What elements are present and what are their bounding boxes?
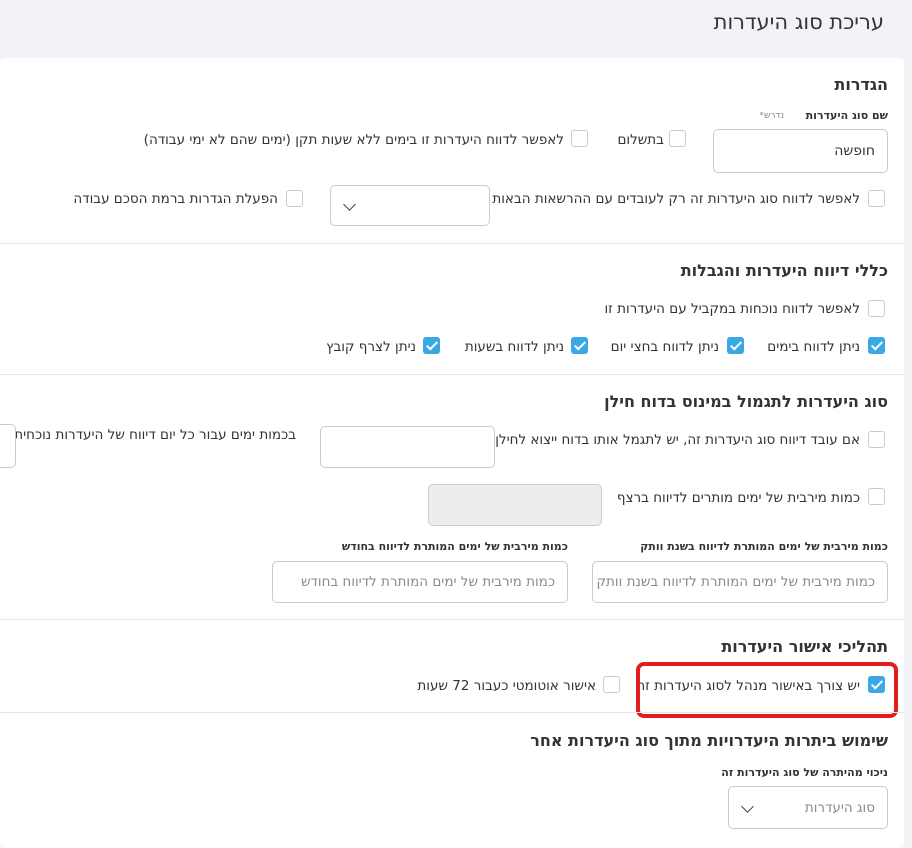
absence-name-input[interactable]: חופשה [713, 129, 888, 173]
settings-section-title: הגדרות [834, 75, 888, 94]
max-seniority-label: כמות מירבית של ימים המותרת לדיווח בשנת ו… [640, 540, 888, 553]
max-consecutive-label: כמות מירבית של ימים מותרים לדיווח ברצף [616, 490, 860, 506]
absence-name-value: חופשה [834, 143, 875, 159]
by-hours-checkbox[interactable] [571, 337, 588, 354]
chevron-down-icon [741, 800, 754, 813]
paid-label: בתשלום [617, 132, 664, 148]
divider [0, 243, 904, 244]
half-day-checkbox[interactable] [727, 337, 744, 354]
auto-approval-label: אישור אוטומטי כעבור 72 שעות [417, 678, 596, 694]
absence-type-select[interactable]: סוג היעדרות [728, 786, 888, 829]
name-field-label: שם סוג היעדרות [805, 109, 888, 122]
max-month-label: כמות מירבית של ימים המותרת לדיווח בחודש [341, 540, 568, 553]
max-month-input[interactable]: כמות מירבית של ימים המותרת לדיווח בחודש [272, 561, 568, 603]
by-days-label: ניתן לדווח בימים [767, 339, 860, 355]
auto-approval-checkbox[interactable] [603, 676, 620, 693]
permissions-select[interactable] [330, 185, 490, 226]
reward-checkbox[interactable] [868, 431, 885, 448]
permissions-only-label: לאפשר לדווח סוג היעדרות זה רק לעובדים עם… [492, 191, 860, 207]
by-days-checkbox[interactable] [868, 337, 885, 354]
reward-days-input[interactable] [320, 426, 495, 468]
max-consecutive-checkbox[interactable] [868, 488, 885, 505]
absence-type-placeholder: סוג היעדרות [804, 799, 875, 816]
paid-checkbox[interactable] [669, 130, 686, 147]
balance-section-title: שימוש ביתרות היעדרויות מתוך סוג היעדרות … [530, 731, 888, 750]
required-mark: נדרש* [759, 111, 784, 121]
page-title: עריכת סוג היעדרות [713, 10, 884, 34]
approval-section-title: תהליכי אישור היעדרות [721, 637, 888, 656]
deduct-label: ניכוי מהיתרה של סוג היעדרות זה [721, 766, 888, 779]
attach-file-label: ניתן לצרף קובץ [326, 339, 416, 355]
divider [0, 619, 904, 620]
divider [0, 374, 904, 375]
by-hours-label: ניתן לדווח בשעות [464, 339, 564, 355]
attach-file-checkbox[interactable] [423, 337, 440, 354]
divider [0, 712, 904, 713]
reward-label: אם עובד דיווח סוג היעדרות זה, יש לתגמל א… [495, 432, 860, 448]
max-consecutive-input[interactable] [428, 484, 602, 526]
max-seniority-input[interactable]: כמות מירבית של ימים המותרת לדיווח בשנת ו… [592, 561, 888, 603]
no-standard-hours-checkbox[interactable] [571, 130, 588, 147]
reward-section-title: סוג היעדרות לתגמול במינוס בדוח חילן [604, 392, 888, 411]
highlight-box [636, 662, 898, 718]
chevron-down-icon [343, 198, 356, 211]
half-day-label: ניתן לדווח בחצי יום [610, 339, 719, 355]
rules-section-title: כללי דיווח היעדרות והגבלות [680, 261, 888, 280]
days-per-day-label: בכמות ימים עבור כל יום דיווח של היעדרות … [14, 427, 296, 443]
max-seniority-placeholder: כמות מירבית של ימים המותרת לדיווח בשנת ו… [596, 574, 875, 590]
agreement-settings-label: הפעלת הגדרות ברמת הסכם עבודה [73, 191, 278, 207]
parallel-presence-label: לאפשר לדווח נוכחות במקביל עם היעדרות זו [604, 301, 860, 317]
days-per-day-input[interactable] [0, 424, 16, 468]
parallel-presence-checkbox[interactable] [868, 300, 885, 317]
no-standard-hours-label: לאפשר לדווח היעדרות זו בימים ללא שעות תק… [143, 132, 564, 148]
max-month-placeholder: כמות מירבית של ימים המותרת לדיווח בחודש [300, 574, 555, 590]
permissions-only-checkbox[interactable] [868, 190, 885, 207]
agreement-settings-checkbox[interactable] [286, 190, 303, 207]
